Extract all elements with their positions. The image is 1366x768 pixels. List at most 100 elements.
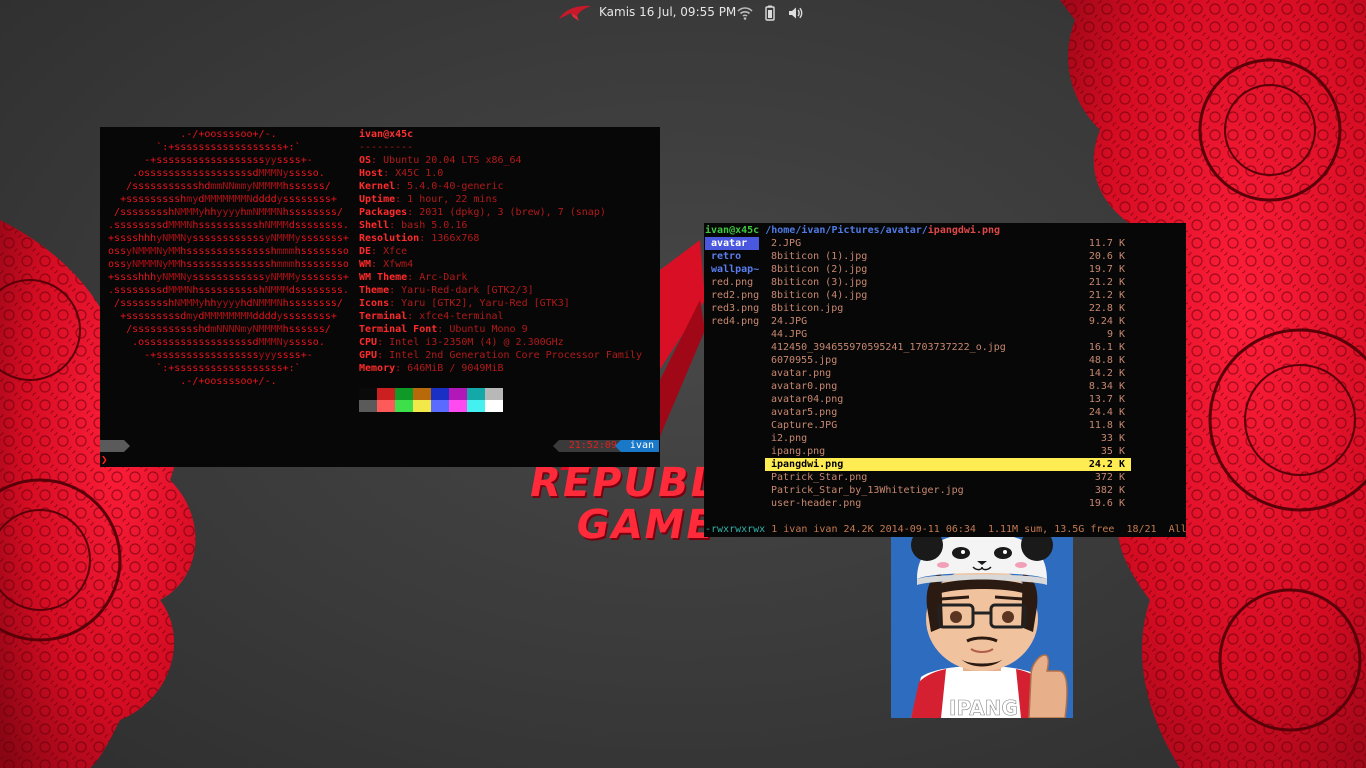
file-row[interactable]: 6070955.jpg 48.8 K xyxy=(765,354,1131,367)
file-name: 8biticon.jpg xyxy=(771,303,844,314)
info-value: 646MiB / 9049MiB xyxy=(407,363,504,374)
file-row[interactable]: 412450_394655970595241_1703737222_o.jpg 1… xyxy=(765,341,1131,354)
clock[interactable]: Kamis 16 Jul, 09:55 PM xyxy=(599,5,736,19)
file-row[interactable]: 24.JPG 9.24 K xyxy=(765,315,1131,328)
parent-file-item[interactable]: red2.png xyxy=(705,289,759,302)
file-row[interactable]: avatar.png 14.2 K xyxy=(765,367,1131,380)
file-row[interactable]: 8biticon (1).jpg 20.6 K xyxy=(765,250,1131,263)
file-permissions: -rwxrwxrwx xyxy=(705,524,766,535)
info-value: X45C 1.0 xyxy=(395,168,444,179)
palette-swatch xyxy=(431,388,449,400)
file-name: 8biticon (3).jpg xyxy=(771,277,868,288)
file-status-info: 1 ivan ivan 24.2K 2014-09-11 06:34 1.11M… xyxy=(765,524,1187,535)
file-row[interactable]: ipangdwi.png 24.2 K xyxy=(765,458,1131,471)
file-row[interactable]: avatar04.png 13.7 K xyxy=(765,393,1131,406)
file-name: Patrick_Star.png xyxy=(771,472,868,483)
parent-dir-item[interactable]: retro xyxy=(705,250,759,263)
avatar-illustration: IPANG xyxy=(891,537,1073,718)
file-name: 6070955.jpg xyxy=(771,355,838,366)
file-row[interactable]: 8biticon (4).jpg 21.2 K xyxy=(765,289,1131,302)
parent-file-item[interactable]: red4.png xyxy=(705,315,759,328)
info-value: Intel 2nd Generation Core Processor Fami… xyxy=(389,350,642,361)
battery-icon[interactable] xyxy=(762,5,778,21)
file-row[interactable]: 8biticon (3).jpg 21.2 K xyxy=(765,276,1131,289)
info-row: Uptime: 1 hour, 22 mins xyxy=(359,193,642,206)
info-value: 1366x768 xyxy=(431,233,480,244)
info-value: 2031 (dpkg), 3 (brew), 7 (snap) xyxy=(419,207,606,218)
color-palette xyxy=(359,388,503,412)
palette-swatch xyxy=(359,400,377,412)
ascii-line: `:+ssssssssssssssssss+:` xyxy=(156,363,301,374)
ascii-line: ossyNMMMNyMMhsssssssssssssshmmmhssssssso xyxy=(108,246,349,257)
palette-swatch xyxy=(395,388,413,400)
info-colon: : xyxy=(395,181,408,192)
file-row[interactable]: ipang.png 35 K xyxy=(765,445,1131,458)
ascii-line: ossyNMMMNyMMhsssssssssssssshmmmhssssssso xyxy=(108,259,349,270)
info-key: CPU xyxy=(359,337,378,348)
neofetch-terminal-window[interactable]: .-/+oossssoo+/-. `:+ssssssssssssssssss+:… xyxy=(100,127,660,467)
file-row[interactable]: 2.JPG 11.7 K xyxy=(765,237,1131,250)
info-key: WM xyxy=(359,259,372,270)
info-value: xfce4-terminal xyxy=(419,311,504,322)
ascii-line: .ossssssssssssssssssdMMMNysssso. xyxy=(132,337,325,348)
file-row[interactable]: user-header.png 19.6 K xyxy=(765,497,1131,510)
ascii-line: .ossssssssssssssssssdMMMNysssso. xyxy=(132,168,325,179)
file-row[interactable]: Capture.JPG 11.8 K xyxy=(765,419,1131,432)
wallpaper-text: REPUBL GAME xyxy=(519,460,727,548)
info-key: DE xyxy=(359,246,372,257)
info-colon: : xyxy=(419,233,432,244)
ascii-line: /ssssssssssshdmNNNNmyNMMMMhssssss/ xyxy=(126,324,331,335)
ranger-file-list: 2.JPG 11.7 K 8biticon (1).jpg 20.6 K 8bitico… xyxy=(765,237,1131,510)
info-key: Uptime xyxy=(359,194,396,205)
file-row[interactable]: i2.png 33 K xyxy=(765,432,1131,445)
file-row[interactable]: avatar5.png 24.4 K xyxy=(765,406,1131,419)
wallpaper-text-line2: GAME xyxy=(572,502,720,548)
file-name: avatar5.png xyxy=(771,407,838,418)
file-row[interactable]: 44.JPG 9 K xyxy=(765,328,1131,341)
ascii-line: .ssssssssdMMMNhsssssssssshNMMMdssssssss. xyxy=(108,285,349,296)
file-size: 21.2 K xyxy=(1088,290,1125,301)
file-size: 382 K xyxy=(1094,485,1125,496)
rog-logo-icon[interactable] xyxy=(557,3,593,23)
info-row: Memory: 646MiB / 9049MiB xyxy=(359,362,642,375)
parent-file-item[interactable]: red3.png xyxy=(705,302,759,315)
volume-icon[interactable] xyxy=(787,5,803,21)
prompt-user: ivan xyxy=(614,440,659,452)
info-colon: : xyxy=(371,155,384,166)
ranger-terminal-window[interactable]: ivan@x45c /home/ivan/Pictures/avatar/ipa… xyxy=(704,223,1187,537)
info-colon: : xyxy=(377,337,390,348)
parent-dir-item[interactable]: wallpap~ xyxy=(705,263,759,276)
file-size: 24.4 K xyxy=(1088,407,1125,418)
palette-swatch xyxy=(359,388,377,400)
palette-swatch xyxy=(449,400,467,412)
info-colon: : xyxy=(371,259,384,270)
user-host: ivan@x45c xyxy=(359,129,414,140)
info-row: Shell: bash 5.0.16 xyxy=(359,219,642,232)
file-row[interactable]: 8biticon (2).jpg 19.7 K xyxy=(765,263,1131,276)
palette-swatch xyxy=(377,388,395,400)
info-row: Icons: Yaru [GTK2], Yaru-Red [GTK3] xyxy=(359,297,642,310)
info-key: Icons xyxy=(359,298,390,309)
info-row: Resolution: 1366x768 xyxy=(359,232,642,245)
file-row[interactable]: avatar0.png 8.34 K xyxy=(765,380,1131,393)
separator: --------- xyxy=(359,142,414,153)
info-row: Kernel: 5.4.0-40-generic xyxy=(359,180,642,193)
palette-swatch xyxy=(395,400,413,412)
file-name: ipangdwi.png xyxy=(771,459,844,470)
parent-dir-item[interactable]: avatar xyxy=(705,237,759,250)
info-key: WM Theme xyxy=(359,272,408,283)
info-key: Theme xyxy=(359,285,390,296)
file-size: 33 K xyxy=(1100,433,1125,444)
file-row[interactable]: 8biticon.jpg 22.8 K xyxy=(765,302,1131,315)
file-name: 8biticon (2).jpg xyxy=(771,264,868,275)
file-size: 13.7 K xyxy=(1088,394,1125,405)
wifi-icon[interactable] xyxy=(737,5,753,21)
info-colon: : xyxy=(437,324,450,335)
parent-file-item[interactable]: red.png xyxy=(705,276,759,289)
file-row[interactable]: Patrick_Star_by_13Whitetiger.jpg 382 K xyxy=(765,484,1131,497)
file-name: user-header.png xyxy=(771,498,862,509)
file-row[interactable]: Patrick_Star.png 372 K xyxy=(765,471,1131,484)
file-size: 20.6 K xyxy=(1088,251,1125,262)
file-size: 8.34 K xyxy=(1088,381,1125,392)
ranger-current-file: ipangdwi.png xyxy=(927,225,1001,236)
